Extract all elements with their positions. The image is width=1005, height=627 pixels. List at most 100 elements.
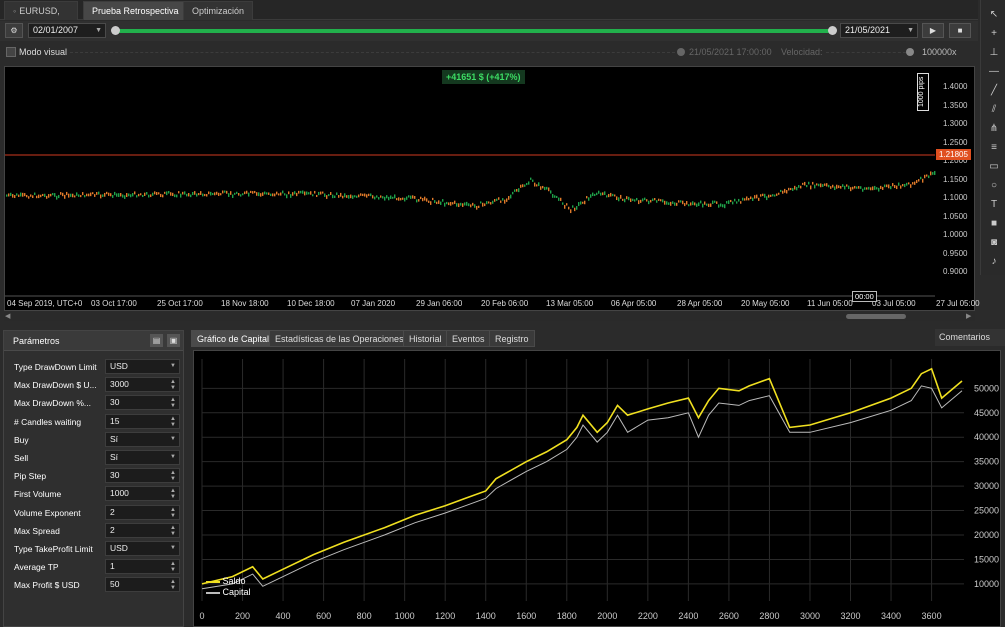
param-row: Volume Exponent 2 ▲▼ [10, 504, 180, 521]
candle [788, 187, 790, 191]
param-spinbox[interactable]: 1000 ▲▼ [105, 486, 180, 502]
candle [298, 190, 300, 194]
param-select[interactable]: Sí ▼ [105, 431, 180, 447]
chevron-down-icon[interactable]: ▼ [170, 433, 176, 446]
trendline-icon[interactable]: ╱ [987, 84, 1001, 98]
candle [136, 195, 138, 198]
equity-chart[interactable]: 0 200 400 600 800 1000 1200 1400 1600 1800 2000 220… [193, 350, 1001, 627]
param-spinbox[interactable]: 1 ▲▼ [105, 559, 180, 575]
rectangle-icon[interactable]: ▭ [987, 160, 1001, 174]
spinner-arrows-icon[interactable]: ▲▼ [170, 561, 176, 573]
param-row: # Candles waiting 15 ▲▼ [10, 413, 180, 430]
results-tab[interactable]: Gráfico de Capital [191, 330, 276, 347]
pitchfork-icon[interactable]: ⋔ [987, 122, 1001, 136]
spinner-arrows-icon[interactable]: ▲▼ [170, 470, 176, 482]
bell-icon[interactable]: ♪ [987, 255, 1001, 269]
candle [358, 194, 360, 198]
crosshair-icon[interactable]: + [987, 27, 1001, 41]
range-start-handle[interactable] [111, 26, 120, 35]
results-tab[interactable]: Historial [403, 330, 448, 347]
param-select[interactable]: USD ▼ [105, 359, 180, 374]
speed-value: 100000x [922, 47, 957, 57]
camera-icon[interactable]: ◙ [987, 236, 1001, 250]
candle [428, 200, 430, 203]
cursor-icon[interactable]: ↖ [987, 8, 1001, 22]
date-range-track [113, 29, 835, 33]
visual-time-handle[interactable] [677, 48, 685, 56]
param-spinbox[interactable]: 2 ▲▼ [105, 504, 180, 520]
candle [708, 203, 710, 207]
chevron-down-icon[interactable]: ▼ [170, 451, 176, 464]
stop-icon: ■ [957, 26, 963, 35]
load-params-icon[interactable]: ▤ [150, 334, 163, 347]
tab-symbol[interactable]: ◦EURUSD, h4 [4, 1, 78, 35]
results-tab[interactable]: Registro [489, 330, 535, 347]
play-icon: ▶ [929, 26, 937, 35]
spinner-arrows-icon[interactable]: ▲▼ [170, 416, 176, 428]
param-select[interactable]: Sí ▼ [105, 450, 180, 465]
candle [374, 196, 376, 200]
tab-backtest[interactable]: Prueba Retrospectiva [83, 1, 188, 20]
candle [656, 200, 658, 203]
scroll-thumb[interactable] [846, 314, 906, 319]
candle [414, 196, 416, 199]
candle [484, 203, 486, 207]
param-spinbox[interactable]: 3000 ▲▼ [105, 377, 180, 393]
candle [320, 191, 322, 195]
results-tab[interactable]: Eventos [446, 330, 491, 347]
param-spinbox[interactable]: 50 ▲▼ [105, 577, 180, 593]
end-date-field[interactable]: 21/05/2021 ▼ [840, 23, 918, 38]
stop-button[interactable]: ■ [949, 23, 971, 38]
fibonacci-icon[interactable]: ≡ [987, 141, 1001, 155]
candle [54, 193, 56, 197]
settings-button[interactable]: ⚙ [5, 23, 23, 38]
scroll-right-icon[interactable]: ▶ [966, 312, 971, 320]
param-spinbox[interactable]: 30 ▲▼ [105, 395, 180, 411]
speed-handle[interactable] [906, 48, 914, 56]
channel-icon[interactable]: ⫽ [987, 103, 1001, 117]
play-button[interactable]: ▶ [922, 23, 944, 38]
save-params-icon[interactable]: ▣ [167, 334, 180, 347]
comments-button[interactable]: Comentarios ▭ [935, 329, 1005, 359]
param-spinbox[interactable]: 2 ▲▼ [105, 522, 180, 538]
visual-mode-checkbox[interactable] [6, 47, 16, 57]
spinner-arrows-icon[interactable]: ▲▼ [170, 507, 176, 519]
chevron-down-icon[interactable]: ▼ [170, 542, 176, 555]
spinner-arrows-icon[interactable]: ▲▼ [170, 397, 176, 409]
chevron-down-icon[interactable]: ▼ [170, 360, 176, 373]
candle [604, 191, 606, 195]
tab-optimization[interactable]: Optimización [183, 1, 254, 20]
candle [540, 186, 542, 190]
results-tab[interactable]: Estadísticas de las Operaciones [269, 330, 410, 347]
param-select[interactable]: USD ▼ [105, 541, 180, 556]
price-x-tick: 29 Jan 06:00 [416, 299, 463, 308]
spinner-arrows-icon[interactable]: ▲▼ [170, 579, 176, 591]
fill-icon[interactable]: ■ [987, 217, 1001, 231]
spinner-arrows-icon[interactable]: ▲▼ [170, 488, 176, 500]
text-icon[interactable]: T [987, 198, 1001, 212]
price-chart[interactable]: +41651 $ (+417%) 1000 pips 1.4000 1.3500 1… [4, 66, 980, 311]
candle [668, 202, 670, 205]
candle [866, 187, 868, 190]
measure-icon[interactable]: ⊥ [987, 46, 1001, 60]
start-date-field[interactable]: 02/01/2007 ▼ [28, 23, 106, 38]
scroll-left-icon[interactable]: ◀ [5, 312, 10, 320]
candle [44, 193, 46, 198]
horizontal-line-icon[interactable]: ― [987, 65, 1001, 79]
range-end-handle[interactable] [828, 26, 837, 35]
candle [544, 186, 546, 191]
candle [476, 205, 478, 210]
candle [854, 185, 856, 189]
param-spinbox[interactable]: 30 ▲▼ [105, 468, 180, 484]
candle [244, 191, 246, 195]
chart-scrollbar[interactable]: ◀ ▶ [4, 312, 975, 321]
candle [372, 195, 374, 199]
param-spinbox[interactable]: 15 ▲▼ [105, 413, 180, 429]
candle [714, 200, 716, 203]
candle [152, 192, 154, 196]
spinner-arrows-icon[interactable]: ▲▼ [170, 379, 176, 391]
candle [6, 194, 8, 197]
candle [646, 199, 648, 202]
spinner-arrows-icon[interactable]: ▲▼ [170, 525, 176, 537]
ellipse-icon[interactable]: ○ [987, 179, 1001, 193]
